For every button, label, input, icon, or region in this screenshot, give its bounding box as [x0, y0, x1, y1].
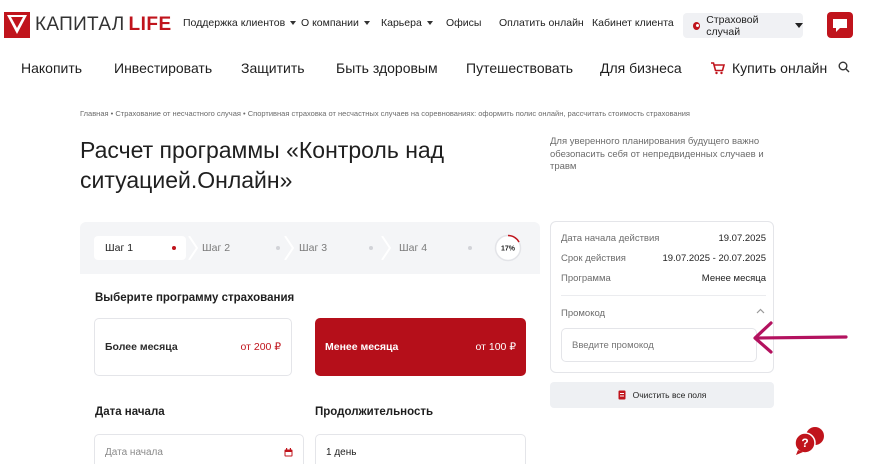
step-label: Шаг 2 — [202, 242, 231, 254]
topnav-item-label: О компании — [301, 17, 359, 29]
claim-button-label: Страховой случай — [706, 13, 759, 38]
topnav-item-pay-online[interactable]: Оплатить онлайн — [499, 17, 584, 29]
mainnav-item-business[interactable]: Для бизнеса — [600, 60, 682, 76]
summary-label: Программа — [561, 273, 611, 284]
topnav-item-label: Оплатить онлайн — [499, 17, 584, 29]
step-2[interactable]: Шаг 2 — [202, 236, 282, 260]
topnav-item-label: Карьера — [381, 17, 422, 29]
summary-value: 19.07.2025 — [718, 233, 766, 244]
summary-label: Срок действия — [561, 253, 626, 264]
mainnav-item-healthy[interactable]: Быть здоровым — [336, 60, 438, 76]
topnav-item-support[interactable]: Поддержка клиентов — [183, 17, 297, 29]
main-nav: Накопить Инвестировать Защитить Быть здо… — [0, 56, 884, 82]
program-heading: Выберите программу страхования — [95, 292, 295, 304]
step-separator-icon — [188, 236, 198, 260]
summary-card: Дата начала действия 19.07.2025 Срок дей… — [550, 221, 774, 373]
mainnav-item-invest[interactable]: Инвестировать — [114, 60, 212, 76]
program-option-price: от 100 ₽ — [475, 341, 516, 353]
step-label: Шаг 1 — [105, 242, 134, 254]
step-label: Шаг 3 — [299, 242, 328, 254]
calendar-icon[interactable] — [284, 447, 293, 457]
summary-value: Менее месяца — [701, 273, 766, 284]
step-separator-icon — [284, 236, 294, 260]
clear-form-icon — [618, 390, 626, 400]
mainnav-item-protect[interactable]: Защитить — [241, 60, 305, 76]
start-date-heading: Дата начала — [95, 406, 165, 418]
chat-button[interactable] — [827, 12, 853, 38]
clear-all-label: Очистить все поля — [632, 390, 707, 400]
progress-label: 17% — [501, 246, 516, 253]
duration-value: 1 день — [326, 446, 357, 458]
page-title: Расчет программы «Контроль над ситуацией… — [80, 137, 445, 193]
cart-icon — [711, 61, 725, 74]
start-date-field[interactable]: Дата начала — [94, 434, 304, 464]
insurance-claim-button[interactable]: Страховой случай — [683, 13, 803, 38]
step-dot-icon — [276, 246, 280, 250]
brand-name: КАПИТАЛ — [35, 14, 125, 35]
buy-online-label: Купить онлайн — [732, 60, 828, 76]
program-option-less-month[interactable]: Менее месяца от 100 ₽ — [315, 318, 526, 376]
mainnav-item-save[interactable]: Накопить — [21, 60, 82, 76]
topnav-item-about[interactable]: О компании — [301, 17, 370, 29]
breadcrumb[interactable]: Главная • Страхование от несчастного слу… — [80, 109, 690, 118]
step-dot-icon — [369, 246, 373, 250]
brand-suffix: LIFE — [128, 14, 172, 35]
start-date-placeholder: Дата начала — [105, 446, 163, 458]
step-1[interactable]: Шаг 1 — [94, 236, 186, 260]
mainnav-item-travel[interactable]: Путешествовать — [466, 60, 573, 76]
logo-mark-icon — [4, 12, 30, 38]
chevron-down-icon — [363, 21, 370, 25]
help-chat-label: ? — [801, 436, 808, 450]
promo-code-input[interactable] — [561, 328, 757, 362]
chevron-down-icon — [795, 23, 803, 28]
annotation-arrow-icon — [753, 321, 848, 354]
duration-field[interactable]: 1 день — [315, 434, 526, 464]
brand-logo[interactable]: КАПИТАЛ LIFE — [4, 12, 172, 38]
summary-row-term: Срок действия 19.07.2025 - 20.07.2025 — [561, 253, 766, 264]
summary-value: 19.07.2025 - 20.07.2025 — [662, 253, 766, 264]
step-dot-icon — [468, 246, 472, 250]
topnav-item-career[interactable]: Карьера — [381, 17, 433, 29]
topnav-item-offices[interactable]: Офисы — [446, 17, 481, 29]
step-separator-icon — [381, 236, 391, 260]
page-intro: Для уверенного планирования будущего важ… — [550, 136, 764, 172]
top-bar: КАПИТАЛ LIFE Поддержка клиентов О компан… — [0, 0, 884, 50]
chevron-up-icon[interactable] — [756, 308, 765, 314]
step-3[interactable]: Шаг 3 — [299, 236, 379, 260]
calculator-panel: Шаг 1 Шаг 2 Шаг 3 Шаг 4 17% Выберите про… — [80, 222, 540, 464]
summary-label: Дата начала действия — [561, 233, 660, 244]
duration-heading: Продолжительность — [315, 406, 434, 418]
summary-divider — [561, 295, 766, 296]
topnav-item-label: Офисы — [446, 17, 482, 29]
chevron-down-icon — [426, 21, 433, 25]
program-option-more-month[interactable]: Более месяца от 200 ₽ — [94, 318, 292, 376]
step-4[interactable]: Шаг 4 — [399, 236, 479, 260]
chevron-down-icon — [290, 21, 297, 25]
mainnav-item-buy-online[interactable]: Купить онлайн — [711, 60, 827, 76]
program-option-name: Менее месяца — [325, 341, 399, 353]
topnav-item-client-cabinet[interactable]: Кабинет клиента — [592, 17, 674, 29]
step-label: Шаг 4 — [399, 242, 428, 254]
search-icon[interactable] — [838, 61, 850, 73]
progress-ring: 17% — [494, 234, 522, 262]
claim-dot-icon — [693, 21, 701, 30]
stepper: Шаг 1 Шаг 2 Шаг 3 Шаг 4 17% — [80, 222, 540, 274]
topnav-item-label: Поддержка клиентов — [183, 17, 286, 29]
summary-row-start: Дата начала действия 19.07.2025 — [561, 233, 766, 244]
clear-all-button[interactable]: Очистить все поля — [550, 382, 774, 408]
step-content: Выберите программу страхования Более мес… — [80, 274, 540, 464]
promo-label[interactable]: Промокод — [561, 308, 605, 319]
help-chat-icon[interactable]: ? — [794, 426, 826, 456]
summary-row-program: Программа Менее месяца — [561, 273, 766, 284]
chat-bubble-icon — [833, 18, 847, 32]
step-dot-icon — [172, 246, 176, 250]
topnav-item-label: Кабинет клиента — [592, 17, 674, 29]
program-option-name: Более месяца — [105, 341, 178, 353]
program-option-price: от 200 ₽ — [240, 341, 281, 353]
